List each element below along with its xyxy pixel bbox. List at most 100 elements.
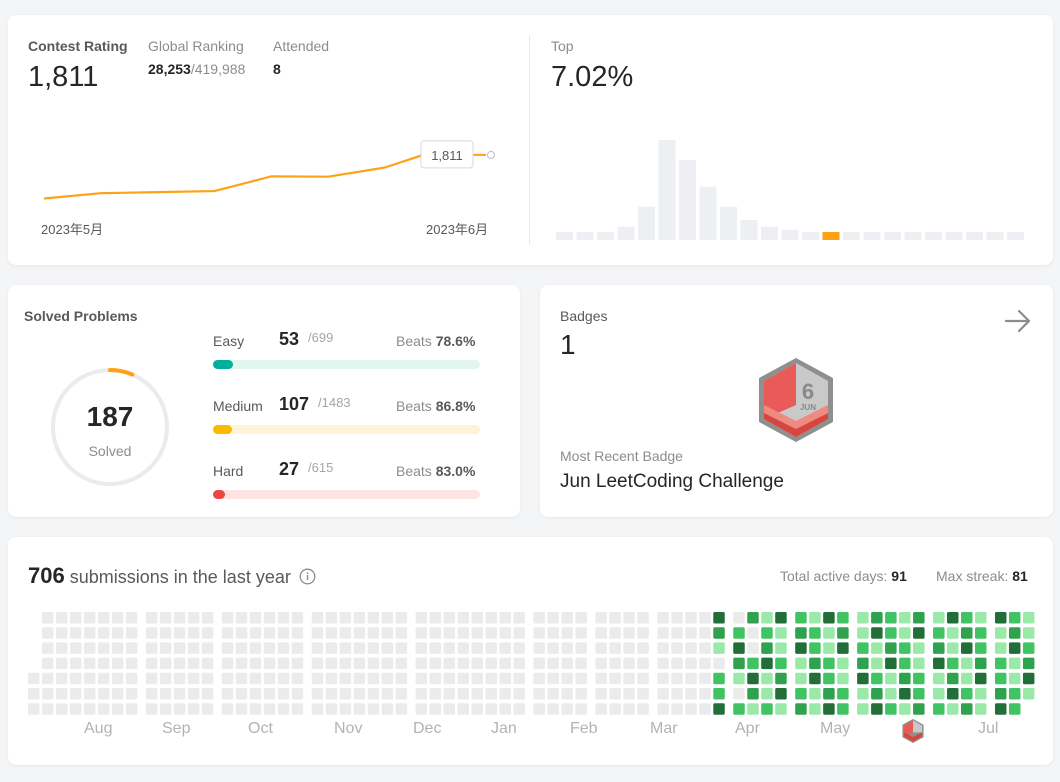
- heatmap-cell[interactable]: [899, 612, 911, 624]
- heatmap-cell[interactable]: [125, 612, 138, 624]
- heatmap-cell[interactable]: [637, 688, 649, 700]
- heatmap-cell[interactable]: [837, 672, 849, 685]
- heatmap-cell[interactable]: [125, 688, 138, 700]
- histogram-bar[interactable]: [925, 232, 942, 240]
- heatmap-cell[interactable]: [367, 672, 380, 685]
- recent-badge-name[interactable]: Jun LeetCoding Challenge: [560, 471, 784, 493]
- heatmap-cell[interactable]: [339, 672, 352, 685]
- heatmap-cell[interactable]: [733, 657, 745, 670]
- heatmap-cell[interactable]: [325, 688, 338, 700]
- heatmap-cell[interactable]: [775, 703, 787, 715]
- heatmap-cell[interactable]: [609, 672, 621, 685]
- heatmap-cell[interactable]: [761, 642, 773, 654]
- heatmap-cell[interactable]: [485, 703, 498, 715]
- heatmap-cell[interactable]: [339, 657, 352, 670]
- heatmap-cell[interactable]: [97, 688, 110, 700]
- heatmap-cell[interactable]: [471, 672, 484, 685]
- heatmap-cell[interactable]: [575, 642, 587, 654]
- heatmap-cell[interactable]: [671, 703, 683, 715]
- heatmap-cell[interactable]: [415, 612, 428, 624]
- heatmap-cell[interactable]: [513, 627, 525, 639]
- heatmap-cell[interactable]: [311, 642, 324, 654]
- heatmap-cell[interactable]: [795, 612, 807, 624]
- heatmap-cell[interactable]: [994, 642, 1007, 654]
- heatmap-cell[interactable]: [747, 657, 759, 670]
- heatmap-cell[interactable]: [1008, 703, 1021, 715]
- heatmap-cell[interactable]: [311, 627, 324, 639]
- heatmap-cell[interactable]: [339, 703, 352, 715]
- heatmap-cell[interactable]: [623, 612, 635, 624]
- heatmap-cell[interactable]: [83, 672, 96, 685]
- heatmap-cell[interactable]: [429, 627, 442, 639]
- heatmap-cell[interactable]: [125, 642, 138, 654]
- heatmap-cell[interactable]: [623, 688, 635, 700]
- heatmap-cell[interactable]: [947, 612, 959, 624]
- heatmap-cell[interactable]: [1022, 627, 1035, 639]
- heatmap-cell[interactable]: [933, 627, 945, 639]
- heatmap-cell[interactable]: [111, 688, 124, 700]
- heatmap-cell[interactable]: [961, 672, 973, 685]
- heatmap-cell[interactable]: [145, 688, 158, 700]
- heatmap-cell[interactable]: [291, 703, 304, 715]
- heatmap-cell[interactable]: [561, 612, 573, 624]
- heatmap-cell[interactable]: [871, 672, 883, 685]
- heatmap-cell[interactable]: [221, 703, 234, 715]
- heatmap-cell[interactable]: [159, 688, 172, 700]
- heatmap-cell[interactable]: [899, 672, 911, 685]
- jun-badge-icon[interactable]: 6 JUN: [754, 355, 838, 445]
- heatmap-cell[interactable]: [277, 672, 290, 685]
- heatmap-cell[interactable]: [457, 703, 470, 715]
- heatmap-cell[interactable]: [899, 627, 911, 639]
- heatmap-cell[interactable]: [41, 627, 54, 639]
- heatmap-cell[interactable]: [685, 703, 697, 715]
- heatmap-cell[interactable]: [395, 642, 408, 654]
- heatmap-cell[interactable]: [547, 703, 559, 715]
- heatmap-cell[interactable]: [499, 703, 511, 715]
- heatmap-cell[interactable]: [561, 672, 573, 685]
- heatmap-cell[interactable]: [837, 657, 849, 670]
- heatmap-cell[interactable]: [974, 657, 987, 670]
- heatmap-cell[interactable]: [994, 627, 1007, 639]
- heatmap-cell[interactable]: [249, 672, 262, 685]
- histogram-bar[interactable]: [576, 232, 594, 240]
- heatmap-cell[interactable]: [857, 688, 869, 700]
- heatmap-cell[interactable]: [1022, 672, 1035, 685]
- heatmap-cell[interactable]: [111, 612, 124, 624]
- heatmap-cell[interactable]: [291, 612, 304, 624]
- heatmap-cell[interactable]: [761, 703, 773, 715]
- heatmap-cell[interactable]: [837, 703, 849, 715]
- heatmap-cell[interactable]: [533, 657, 545, 670]
- heatmap-cell[interactable]: [1022, 612, 1035, 624]
- heatmap-cell[interactable]: [395, 657, 408, 670]
- heatmap-cell[interactable]: [575, 703, 587, 715]
- heatmap-cell[interactable]: [595, 657, 607, 670]
- heatmap-cell[interactable]: [159, 642, 172, 654]
- histogram-bar[interactable]: [986, 232, 1004, 240]
- heatmap-cell[interactable]: [249, 703, 262, 715]
- heatmap-cell[interactable]: [761, 672, 773, 685]
- heatmap-cell[interactable]: [97, 627, 110, 639]
- heatmap-cell[interactable]: [97, 642, 110, 654]
- heatmap-cell[interactable]: [125, 672, 138, 685]
- heatmap-cell[interactable]: [173, 703, 186, 715]
- histogram-bar[interactable]: [884, 232, 901, 240]
- heatmap-cell[interactable]: [367, 703, 380, 715]
- heatmap-cell[interactable]: [609, 627, 621, 639]
- heatmap-cell[interactable]: [249, 688, 262, 700]
- heatmap-cell[interactable]: [339, 612, 352, 624]
- heatmap-cell[interactable]: [277, 688, 290, 700]
- heatmap-cell[interactable]: [837, 612, 849, 624]
- heatmap-cell[interactable]: [1008, 612, 1021, 624]
- heatmap-cell[interactable]: [961, 642, 973, 654]
- heatmap-cell[interactable]: [111, 672, 124, 685]
- histogram-bar[interactable]: [945, 232, 963, 240]
- heatmap-cell[interactable]: [637, 642, 649, 654]
- heatmap-cell[interactable]: [561, 642, 573, 654]
- heatmap-cell[interactable]: [263, 703, 276, 715]
- histogram-bar[interactable]: [802, 232, 819, 240]
- heatmap-cell[interactable]: [933, 657, 945, 670]
- heatmap-cell[interactable]: [173, 688, 186, 700]
- heatmap-cell[interactable]: [457, 627, 470, 639]
- heatmap-cell[interactable]: [885, 642, 897, 654]
- heatmap-cell[interactable]: [1008, 688, 1021, 700]
